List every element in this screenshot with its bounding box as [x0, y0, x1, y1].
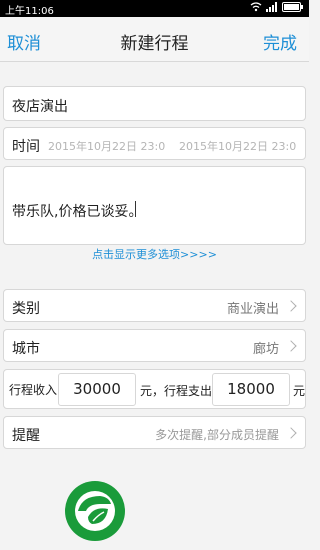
- signal-icon: [266, 2, 278, 15]
- reminder-row[interactable]: 提醒 多次提醒,部分成员提醒: [3, 416, 306, 449]
- chevron-right-icon: [285, 427, 297, 439]
- time-label: 时间: [12, 139, 40, 155]
- more-options-link[interactable]: 点击显示更多选项>>>>: [0, 246, 309, 262]
- reminder-value: 多次提醒,部分成员提醒: [155, 428, 279, 442]
- income-unit-and-expense-label: 元，行程支出: [140, 384, 213, 398]
- notes-field[interactable]: 带乐队,价格已谈妥。: [3, 166, 306, 245]
- app-logo: [64, 480, 126, 542]
- status-bar: 上午11:06: [0, 0, 309, 17]
- chevron-right-icon: [285, 340, 297, 352]
- end-time-field[interactable]: 2015年10月22日 23:0: [179, 138, 296, 154]
- category-row[interactable]: 类别 商业演出: [3, 289, 306, 322]
- status-icons: [250, 2, 304, 15]
- chevron-right-icon: [285, 300, 297, 312]
- time-field: 时间 2015年10月22日 23:0 2015年10月22日 23:0: [3, 127, 306, 160]
- battery-icon: [282, 2, 304, 15]
- done-button[interactable]: 完成: [263, 29, 297, 54]
- category-value: 商业演出: [226, 302, 279, 317]
- reminder-label: 提醒: [12, 428, 40, 444]
- expense-unit: 元: [293, 384, 306, 398]
- city-row[interactable]: 城市 廊坊: [3, 329, 306, 362]
- status-time: 上午11:06: [5, 6, 54, 17]
- city-value: 廊坊: [252, 342, 279, 357]
- income-input[interactable]: 30000: [58, 373, 136, 406]
- text-cursor: [135, 201, 136, 217]
- city-label: 城市: [12, 341, 40, 357]
- income-label: 行程收入: [9, 383, 58, 397]
- start-time-field[interactable]: 2015年10月22日 23:0: [48, 138, 165, 154]
- finance-row: 行程收入 30000 元，行程支出 18000 元: [3, 369, 306, 409]
- nav-bar: 取消 新建行程 完成: [0, 17, 309, 62]
- category-label: 类别: [12, 301, 40, 317]
- wifi-icon: [250, 2, 262, 15]
- name-value: 夜店演出: [12, 99, 68, 115]
- name-field[interactable]: 夜店演出: [3, 86, 306, 121]
- notes-text: 带乐队,价格已谈妥。: [12, 204, 143, 220]
- expense-input[interactable]: 18000: [212, 373, 290, 406]
